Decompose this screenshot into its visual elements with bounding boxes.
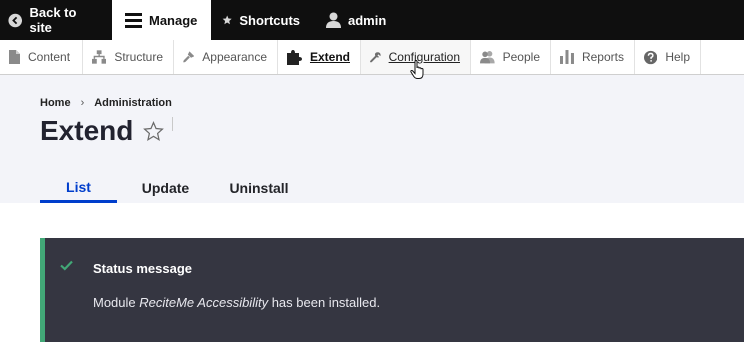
menu-item-label: Extend (309, 50, 350, 64)
user-icon (326, 12, 341, 28)
sitemap-icon (92, 50, 107, 64)
menu-item-appearance[interactable]: Appearance (174, 40, 278, 74)
status-heading: Status message (93, 261, 192, 276)
menu-item-structure[interactable]: Structure (83, 40, 174, 74)
status-message: Status message Module ReciteMe Accessibi… (40, 238, 744, 342)
breadcrumb: Home › Administration (40, 97, 172, 109)
star-icon (222, 15, 232, 25)
back-to-site-label: Back to site (29, 5, 77, 35)
hand-cursor-icon (410, 59, 426, 85)
menu-item-people[interactable]: People (471, 40, 551, 74)
toolbar: Back to site Manage Shortcuts admin (0, 0, 744, 40)
help-icon (644, 50, 658, 64)
menu-item-label: Content (28, 50, 71, 64)
tabs: List Update Uninstall (40, 173, 304, 203)
checkmark-icon (60, 260, 73, 271)
menu-item-label: Appearance (202, 50, 267, 64)
admin-menu: Content Structure Appearance Extend Conf… (0, 40, 744, 75)
back-to-site-link[interactable]: Back to site (0, 0, 112, 40)
add-shortcut-star-icon[interactable] (143, 120, 165, 142)
document-icon (9, 50, 20, 64)
menu-item-reports[interactable]: Reports (551, 40, 635, 74)
module-name: ReciteMe Accessibility (139, 295, 269, 310)
user-menu[interactable]: admin (312, 0, 398, 40)
wrench-icon (370, 51, 381, 62)
page-header: Home › Administration Extend List Update… (0, 75, 744, 203)
page-title: Extend (40, 115, 134, 146)
divider (172, 117, 173, 131)
shortcuts-tab[interactable]: Shortcuts (211, 0, 312, 40)
menu-item-label: Reports (581, 50, 624, 64)
status-suffix: has been installed. (268, 295, 381, 310)
menu-item-label: Help (665, 50, 690, 64)
breadcrumb-administration-link[interactable]: Administration (94, 97, 172, 109)
paintbrush-icon (183, 51, 195, 63)
shortcuts-label: Shortcuts (239, 12, 300, 28)
menu-item-extend[interactable]: Extend (278, 40, 361, 74)
tab-update[interactable]: Update (117, 173, 214, 203)
back-arrow-icon (8, 13, 23, 27)
breadcrumb-home-link[interactable]: Home (40, 97, 71, 109)
breadcrumb-separator: › (80, 97, 85, 109)
status-text: Module ReciteMe Accessibility has been i… (93, 295, 380, 310)
menu-item-content[interactable]: Content (0, 40, 83, 74)
status-prefix: Module (93, 295, 140, 310)
tab-list[interactable]: List (40, 173, 117, 203)
title-row: Extend (40, 115, 165, 147)
manage-tab[interactable]: Manage (112, 0, 211, 40)
manage-label: Manage (149, 12, 198, 28)
menu-item-label: Structure (114, 50, 163, 64)
hamburger-icon (125, 12, 142, 28)
user-label: admin (348, 12, 387, 28)
puzzle-icon (287, 49, 302, 65)
bar-chart-icon (560, 50, 574, 64)
people-icon (480, 51, 495, 64)
menu-item-help[interactable]: Help (635, 40, 701, 74)
tab-uninstall[interactable]: Uninstall (214, 173, 304, 203)
menu-item-label: People (502, 50, 540, 64)
